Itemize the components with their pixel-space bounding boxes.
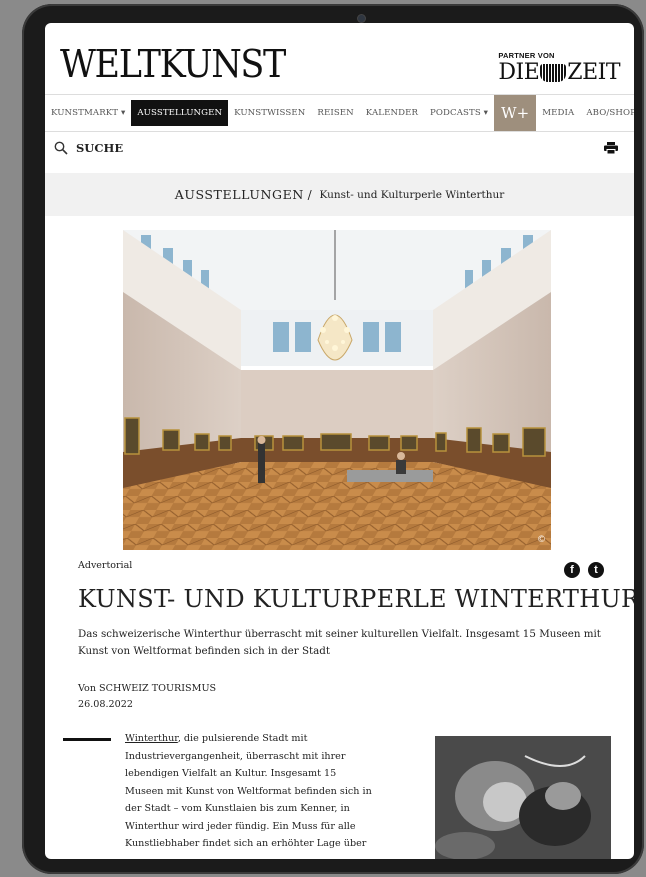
search-icon xyxy=(54,141,68,155)
advertorial-tag: Advertorial xyxy=(78,560,133,571)
nav-podcasts[interactable]: PODCASTS ▾ xyxy=(424,95,494,131)
byline: Von SCHWEIZ TOURISMUS 26.08.2022 xyxy=(78,681,216,713)
die-zeit-right: ZEIT xyxy=(567,60,620,85)
camera xyxy=(358,15,365,22)
article-lead: Das schweizerische Winterthur überrascht… xyxy=(78,628,601,657)
social-share: f t xyxy=(564,562,604,578)
author: Von SCHWEIZ TOURISMUS xyxy=(78,683,217,694)
nav-kunstwissen[interactable]: KUNSTWISSEN xyxy=(228,95,311,131)
partner-logo[interactable]: PARTNER VON DIE ZEIT xyxy=(498,51,620,84)
section-rule xyxy=(63,738,111,741)
twitter-icon[interactable]: t xyxy=(588,562,604,578)
nav-w-plus[interactable]: W+ xyxy=(494,95,537,131)
nav-kunstmarkt[interactable]: KUNSTMARKT ▾ xyxy=(45,95,131,131)
main-navigation: KUNSTMARKT ▾ AUSSTELLUNGEN KUNSTWISSEN R… xyxy=(45,94,634,132)
search-button[interactable]: SUCHE xyxy=(54,141,123,155)
nav-abo-shop[interactable]: ABO/SHOP ▾ xyxy=(580,95,634,131)
hero-credit: © xyxy=(537,535,546,545)
nav-media[interactable]: MEDIA xyxy=(536,95,580,131)
crest-icon xyxy=(540,64,567,82)
article-body-text: , die pulsierende Stadt mit Industriever… xyxy=(125,733,372,849)
article-headline: KUNST- UND KULTURPERLE WINTERTHUR xyxy=(78,585,634,613)
die-zeit-left: DIE xyxy=(498,60,540,85)
breadcrumb-separator: / xyxy=(303,187,316,202)
publish-date: 26.08.2022 xyxy=(78,699,133,710)
printer-icon[interactable] xyxy=(604,142,618,154)
breadcrumb: AUSSTELLUNGEN / Kunst- und Kulturperle W… xyxy=(45,173,634,216)
facebook-icon[interactable]: f xyxy=(564,562,580,578)
winterthur-link[interactable]: Winterthur xyxy=(125,733,178,744)
breadcrumb-category[interactable]: AUSSTELLUNGEN xyxy=(175,187,304,202)
hero-image[interactable]: © xyxy=(123,230,551,550)
article-thumbnail[interactable] xyxy=(435,736,611,859)
site-logo[interactable]: WELTKUNST xyxy=(60,45,286,83)
nav-reisen[interactable]: REISEN xyxy=(311,95,359,131)
article-body: Winterthur, die pulsierende Stadt mit In… xyxy=(125,730,375,853)
die-zeit-logo: DIE ZEIT xyxy=(498,62,620,84)
search-label: SUCHE xyxy=(76,141,124,155)
partner-label: PARTNER VON xyxy=(498,51,555,60)
nav-kalender[interactable]: KALENDER xyxy=(360,95,424,131)
breadcrumb-current: Kunst- und Kulturperle Winterthur xyxy=(319,188,505,201)
browser-screen: WELTKUNST PARTNER VON DIE ZEIT KUNSTMARK… xyxy=(45,23,634,859)
nav-ausstellungen[interactable]: AUSSTELLUNGEN xyxy=(131,100,229,126)
